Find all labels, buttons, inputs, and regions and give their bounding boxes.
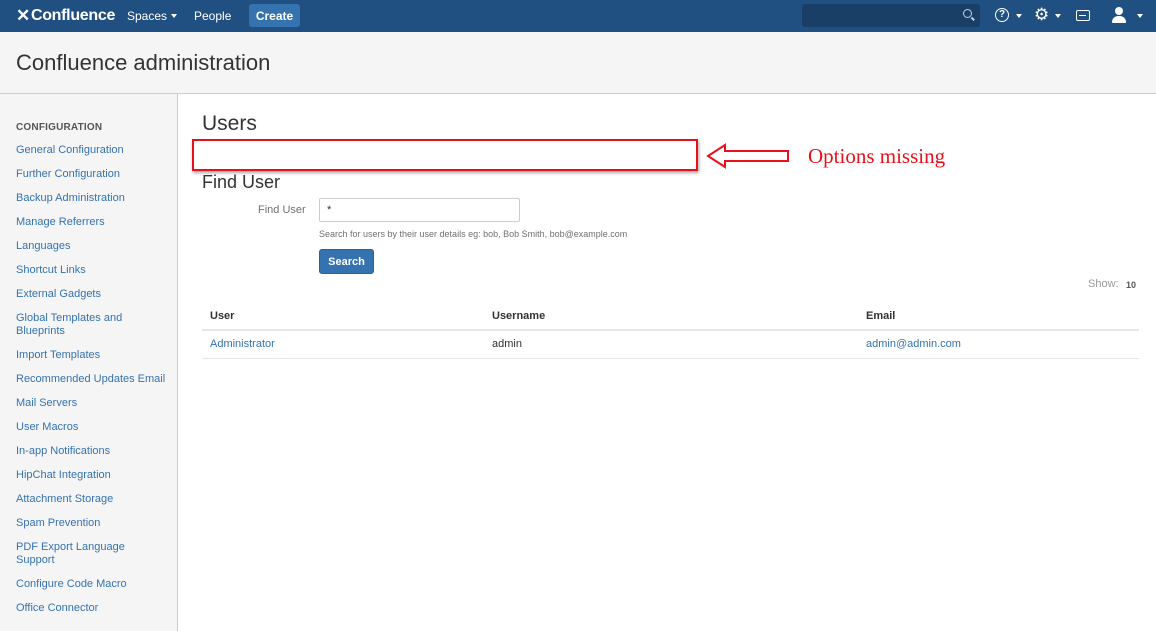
- sidebar-item-backup-administration[interactable]: Backup Administration: [16, 192, 166, 205]
- find-user-input[interactable]: [319, 198, 520, 222]
- sidebar-item-general-configuration[interactable]: General Configuration: [16, 144, 166, 157]
- find-user-label: Find User: [258, 204, 306, 216]
- sidebar-item-hipchat-integration[interactable]: HipChat Integration: [16, 469, 166, 482]
- user-avatar-icon[interactable]: [1110, 5, 1128, 25]
- annotation-highlight-box: [192, 139, 698, 171]
- sidebar-item-shortcut-links[interactable]: Shortcut Links: [16, 264, 166, 277]
- sidebar-item-pdf-export-language[interactable]: PDF Export Language Support: [16, 541, 166, 567]
- users-heading: Users: [202, 112, 257, 135]
- user-link[interactable]: Administrator: [210, 338, 275, 350]
- chevron-down-icon: [1137, 14, 1143, 18]
- sidebar-item-mail-servers[interactable]: Mail Servers: [16, 397, 166, 410]
- sidebar-item-global-templates[interactable]: Global Templates and Blueprints: [16, 312, 166, 338]
- search-input[interactable]: [802, 4, 980, 27]
- admin-sidebar: CONFIGURATION General Configuration Furt…: [0, 94, 178, 631]
- table-row: Administrator admin admin@admin.com: [202, 331, 1139, 359]
- annotation-label: Options missing: [808, 144, 946, 168]
- chevron-down-icon: [1055, 14, 1061, 18]
- sidebar-item-manage-referrers[interactable]: Manage Referrers: [16, 216, 166, 229]
- gear-icon[interactable]: ⚙: [1034, 6, 1049, 24]
- sidebar-item-import-templates[interactable]: Import Templates: [16, 349, 166, 362]
- sidebar-item-languages[interactable]: Languages: [16, 240, 166, 253]
- search-button[interactable]: Search: [319, 249, 374, 274]
- sidebar-list: General Configuration Further Configurat…: [16, 144, 166, 626]
- sidebar-item-further-configuration[interactable]: Further Configuration: [16, 168, 166, 181]
- create-button[interactable]: Create: [249, 4, 300, 27]
- column-header-username[interactable]: Username: [492, 310, 545, 322]
- search-icon: [963, 9, 972, 18]
- sidebar-item-office-connector[interactable]: Office Connector: [16, 602, 166, 615]
- sidebar-item-in-app-notifications[interactable]: In-app Notifications: [16, 445, 166, 458]
- column-header-email[interactable]: Email: [866, 310, 895, 322]
- confluence-x-icon: ✕: [16, 6, 30, 25]
- sidebar-item-spam-prevention[interactable]: Spam Prevention: [16, 517, 166, 530]
- sidebar-item-recommended-updates[interactable]: Recommended Updates Email: [16, 373, 166, 386]
- chevron-down-icon: [171, 14, 178, 18]
- sidebar-item-attachment-storage[interactable]: Attachment Storage: [16, 493, 166, 506]
- page-header: Confluence administration: [0, 32, 1156, 94]
- top-nav: ✕ Confluence Spaces People Create ? ⚙: [0, 0, 1156, 32]
- show-label: Show:: [1088, 278, 1119, 290]
- sidebar-item-configure-code-macro[interactable]: Configure Code Macro: [16, 578, 166, 591]
- help-icon[interactable]: ?: [995, 8, 1009, 22]
- sidebar-item-user-macros[interactable]: User Macros: [16, 421, 166, 434]
- page-title: Confluence administration: [16, 50, 271, 75]
- column-header-user[interactable]: User: [210, 310, 234, 322]
- people-link[interactable]: People: [194, 9, 231, 23]
- sidebar-item-external-gadgets[interactable]: External Gadgets: [16, 288, 166, 301]
- users-table-header: User Username Email: [202, 303, 1139, 331]
- spaces-label: Spaces: [127, 9, 168, 23]
- sidebar-section-heading: CONFIGURATION: [16, 122, 103, 133]
- annotation-arrow-icon: [706, 143, 789, 169]
- email-link[interactable]: admin@admin.com: [866, 338, 961, 350]
- spaces-menu[interactable]: Spaces: [127, 9, 178, 23]
- find-user-heading: Find User: [202, 172, 281, 192]
- find-user-hint: Search for users by their user details e…: [319, 229, 628, 239]
- username-cell: admin: [492, 338, 522, 350]
- logo-text: Confluence: [30, 7, 116, 24]
- inbox-icon[interactable]: [1076, 10, 1090, 21]
- show-count-select[interactable]: 10: [1126, 280, 1136, 290]
- chevron-down-icon: [1016, 14, 1022, 18]
- confluence-logo[interactable]: ✕ Confluence: [16, 6, 115, 26]
